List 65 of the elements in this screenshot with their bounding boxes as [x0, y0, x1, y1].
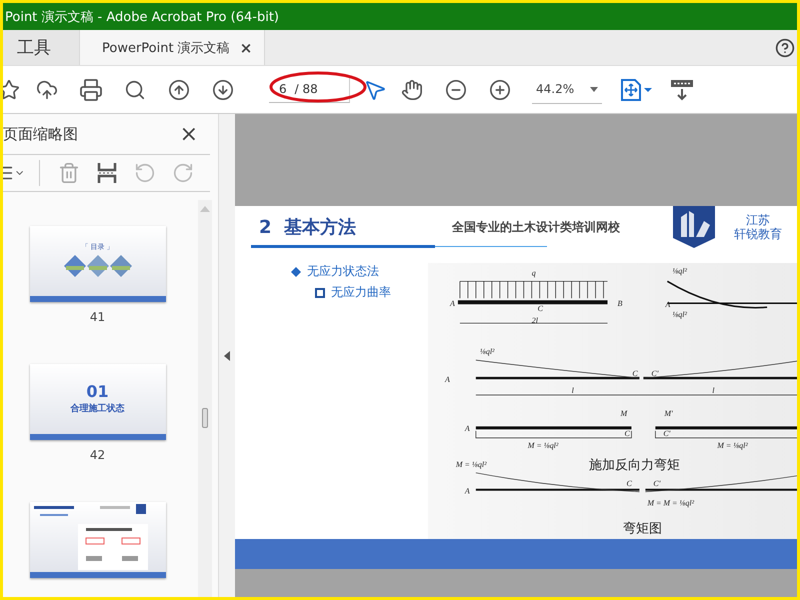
diagram-label: l — [572, 386, 574, 396]
star-icon[interactable] — [3, 78, 20, 100]
scrollbar[interactable] — [198, 200, 212, 597]
diagram-label: q — [532, 268, 536, 278]
diagram-label: C' — [653, 478, 660, 488]
diagram-label: 2l — [532, 316, 538, 326]
tab[interactable]: 工具 — [3, 30, 80, 65]
diagram-label: A — [464, 424, 470, 433]
window-title: Point 演示文稿 - Adobe Acrobat Pro (64-bit) — [5, 8, 279, 26]
current-page: 6 — [279, 82, 287, 96]
page-thumbnail[interactable]: 01 合理施工状态 — [30, 364, 166, 440]
logo-text: 江苏 — [746, 212, 770, 227]
caret-icon — [590, 86, 598, 92]
diagram-label: A — [665, 300, 670, 310]
close-panel-button[interactable]: × — [180, 122, 198, 146]
bullet-text: 无应力曲率 — [331, 284, 391, 301]
tab[interactable]: PowerPoint 演示文稿 × — [80, 30, 266, 65]
diagram-label: A — [450, 299, 455, 308]
diagram-label: M = ⅛ql² — [528, 440, 558, 450]
diagram-label: C — [624, 428, 630, 438]
diagram-label: A — [444, 375, 450, 384]
thumbnail-number: 01 — [86, 384, 109, 400]
help-icon[interactable] — [775, 38, 795, 58]
diagram-label: C — [538, 304, 544, 314]
diagram-label: M = ⅛ql² — [717, 440, 748, 450]
square-bullet-icon — [315, 288, 325, 298]
page-number: 42 — [90, 448, 106, 462]
diagram-label: B — [617, 299, 622, 308]
panel-title: 页面缩略图 — [3, 124, 78, 144]
diagram-label: M' — [664, 408, 673, 418]
diagram-label: C' — [651, 369, 658, 378]
slide-heading: 2 基本方法 — [259, 216, 356, 239]
diagram-label: C — [626, 478, 632, 488]
diagram-label: C — [632, 369, 638, 378]
zoom-out-icon[interactable] — [445, 78, 467, 100]
diagram-label: M = M = ⅛ql² — [647, 498, 694, 508]
arrow-up-icon[interactable] — [168, 78, 190, 100]
diagram-label: A — [464, 486, 470, 496]
page-count: / 88 — [294, 82, 318, 96]
diagram-label: l — [712, 386, 714, 396]
zoom-field[interactable]: 44.2% — [532, 75, 602, 104]
upload-icon[interactable] — [36, 78, 58, 100]
diagram-caption: 施加反向力弯矩 — [588, 458, 680, 473]
arrow-down-icon[interactable] — [212, 78, 234, 100]
page-number: 41 — [90, 310, 106, 324]
keyboard-icon[interactable] — [670, 78, 694, 100]
slide-tagline: 全国专业的土木设计类培训网校 — [452, 218, 620, 236]
insert-page-icon[interactable] — [96, 162, 118, 184]
diagram-label: ⅛ql² — [480, 347, 494, 356]
diagram-label: C' — [663, 428, 670, 438]
diagram-caption: 弯矩图 — [622, 522, 662, 537]
diagram-label: ⅛ql² — [672, 266, 687, 276]
print-icon[interactable] — [79, 78, 103, 102]
diamond-bullet-icon — [291, 266, 301, 276]
diagram-label: M = ⅛ql² — [456, 460, 486, 469]
thumbnail-heading: 合理施工状态 — [70, 402, 124, 414]
search-icon[interactable] — [124, 78, 146, 100]
bullet-text: 无应力状态法 — [307, 263, 379, 280]
close-tab-button[interactable]: × — [240, 38, 252, 56]
diagram-label: M — [620, 408, 628, 418]
hand-icon[interactable] — [401, 78, 423, 100]
fit-page-icon[interactable] — [620, 78, 652, 100]
zoom-in-icon[interactable] — [489, 78, 511, 100]
logo-text: 轩锐教育 — [734, 227, 782, 242]
diagram-label: ⅛ql² — [672, 310, 687, 320]
